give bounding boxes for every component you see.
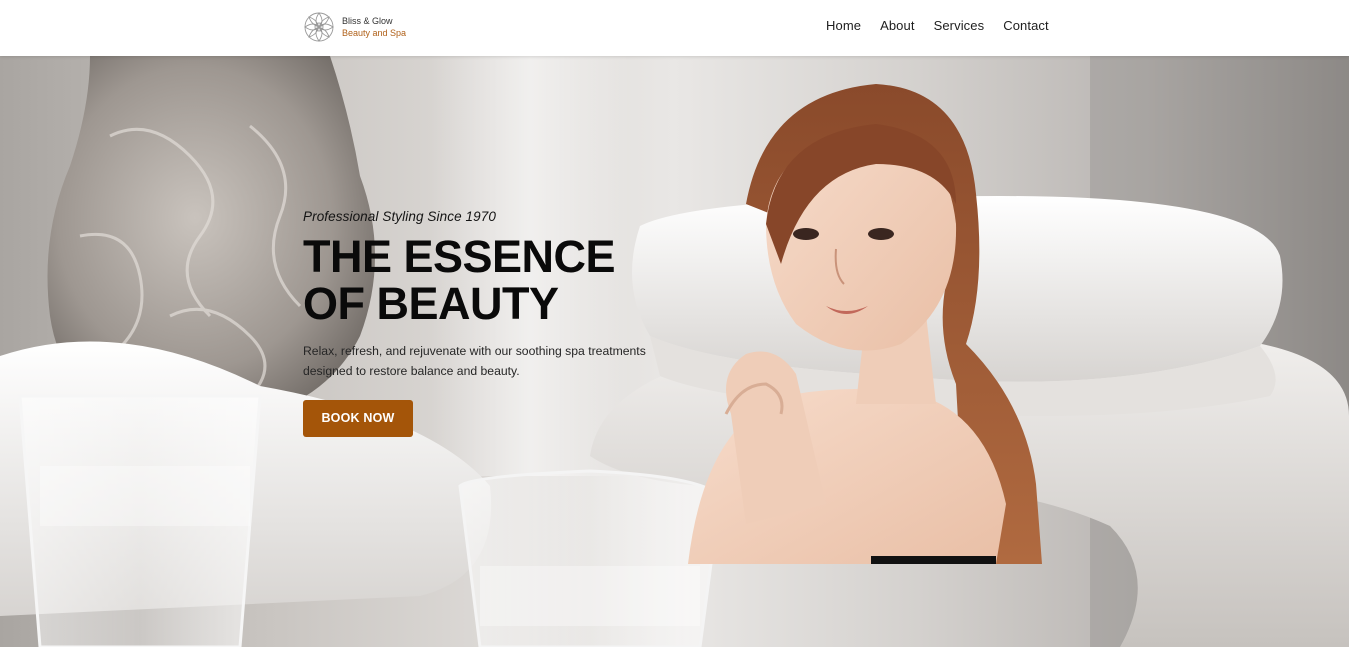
woman-portrait-image <box>688 84 1042 564</box>
mandala-flower-icon <box>304 12 334 42</box>
hero-content: Professional Styling Since 1970 THE ESSE… <box>303 209 683 437</box>
book-now-button[interactable]: BOOK NOW <box>303 400 413 437</box>
brand-tagline: Beauty and Spa <box>342 28 407 38</box>
nav-link-contact[interactable]: Contact <box>1003 18 1049 33</box>
brand-name: Bliss & Glow <box>342 16 393 26</box>
hero-description: Relax, refresh, and rejuvenate with our … <box>303 344 646 378</box>
hero-kicker: Professional Styling Since 1970 <box>303 209 496 224</box>
hero-title: THE ESSENCE OF BEAUTY <box>303 233 683 327</box>
main-nav: Home About Services Contact <box>826 18 1049 33</box>
nav-link-services[interactable]: Services <box>934 18 985 33</box>
hero-title-line-1: THE ESSENCE <box>303 231 616 282</box>
hero-section: Professional Styling Since 1970 THE ESSE… <box>0 56 1349 647</box>
nav-link-home[interactable]: Home <box>826 18 861 33</box>
navbar: Bliss & Glow Beauty and Spa Home About S… <box>0 0 1349 56</box>
brand-text: Bliss & Glow Beauty and Spa <box>342 15 406 39</box>
nav-link-about[interactable]: About <box>880 18 914 33</box>
hero-title-line-2: OF BEAUTY <box>303 278 559 329</box>
brand-logo-link[interactable]: Bliss & Glow Beauty and Spa <box>303 10 406 44</box>
